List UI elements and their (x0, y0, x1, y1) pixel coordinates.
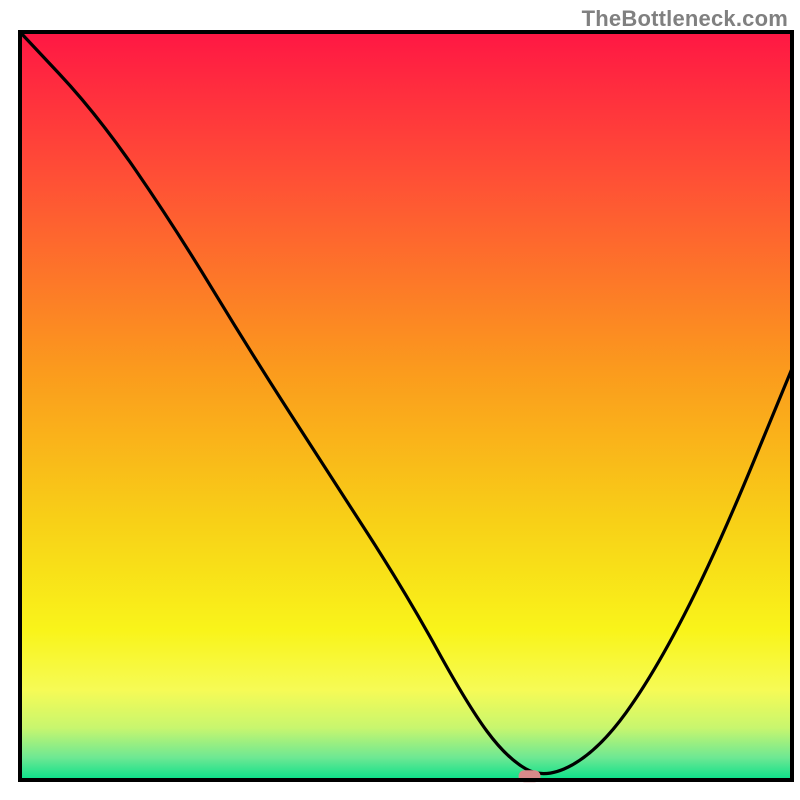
watermark-text: TheBottleneck.com (582, 6, 788, 32)
chart-container: TheBottleneck.com (0, 0, 800, 800)
bottleneck-chart (0, 0, 800, 800)
plot-background (20, 32, 792, 780)
plot-area (20, 32, 792, 782)
